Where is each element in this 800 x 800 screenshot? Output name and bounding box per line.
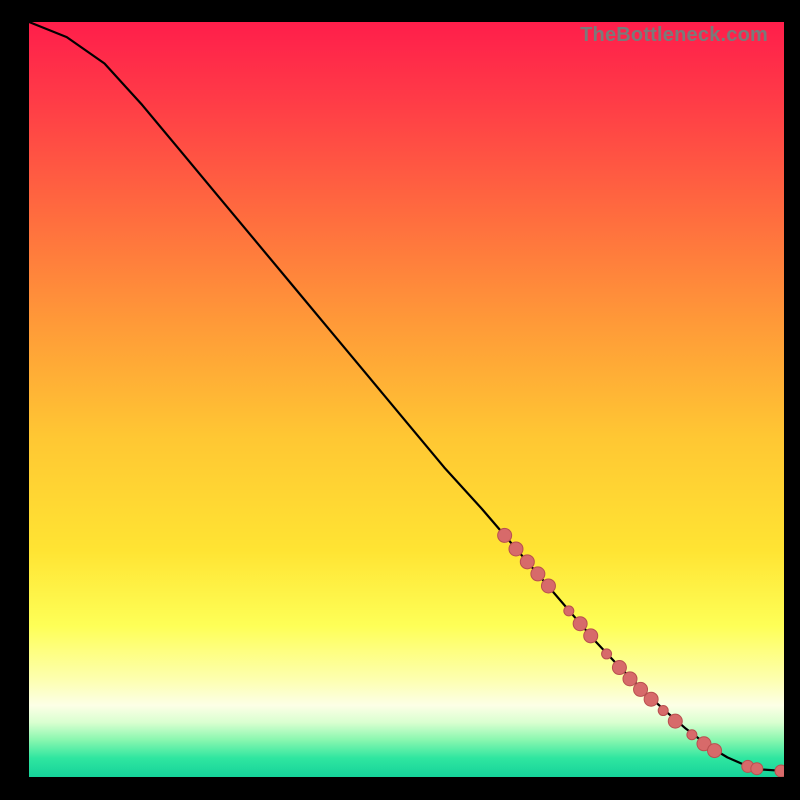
data-marker (668, 714, 682, 728)
data-marker (775, 765, 784, 777)
data-marker (708, 744, 722, 758)
data-marker (531, 567, 545, 581)
data-marker (509, 542, 523, 556)
data-markers (498, 528, 784, 777)
data-marker (612, 661, 626, 675)
data-marker (520, 555, 534, 569)
data-marker (541, 579, 555, 593)
data-marker (623, 672, 637, 686)
data-marker (498, 528, 512, 542)
data-marker (634, 682, 648, 696)
data-marker (573, 617, 587, 631)
data-marker (751, 763, 763, 775)
data-marker (584, 629, 598, 643)
data-marker (687, 730, 697, 740)
watermark-text: TheBottleneck.com (580, 24, 768, 47)
data-marker (644, 692, 658, 706)
data-marker (602, 649, 612, 659)
chart-overlay (29, 22, 784, 777)
chart-root: TheBottleneck.com (0, 0, 800, 800)
data-marker (658, 706, 668, 716)
data-marker (564, 606, 574, 616)
plot-area: TheBottleneck.com (29, 22, 784, 777)
curve-line (29, 22, 784, 771)
